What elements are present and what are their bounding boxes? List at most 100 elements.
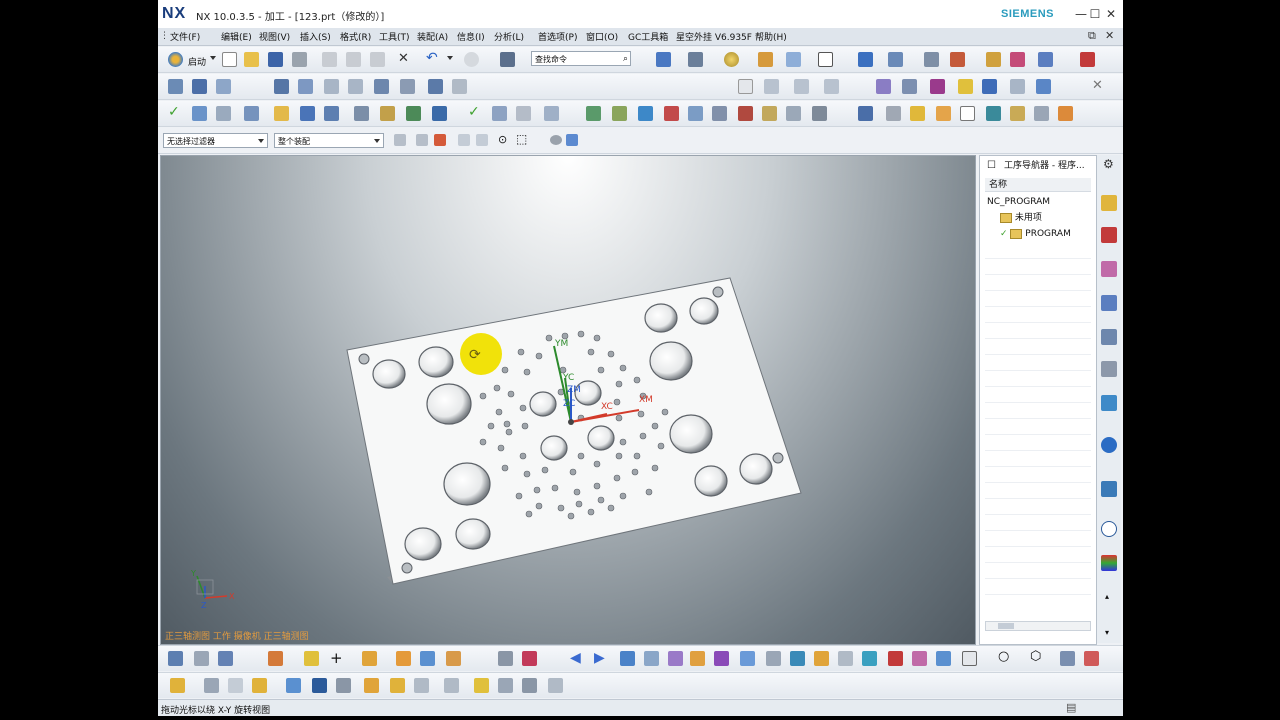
plane-icon[interactable]	[786, 52, 801, 67]
create-geometry-icon[interactable]	[324, 79, 339, 94]
cube-icon[interactable]	[566, 134, 578, 146]
reuse-library-icon[interactable]	[1101, 361, 1117, 377]
ruler-icon[interactable]	[498, 678, 513, 693]
thread-icon[interactable]	[738, 106, 753, 121]
maximize-button[interactable]: ☐	[1087, 6, 1103, 22]
offset-icon[interactable]	[644, 651, 659, 666]
view-fit-icon[interactable]	[656, 52, 671, 67]
mill-icon[interactable]	[428, 79, 443, 94]
pencil-icon[interactable]	[910, 106, 925, 121]
hole-icon[interactable]	[740, 651, 755, 666]
layout-icon[interactable]	[204, 678, 219, 693]
batch-process-icon[interactable]	[958, 79, 973, 94]
create-tool-icon[interactable]	[298, 79, 313, 94]
annotation-icon[interactable]	[286, 678, 301, 693]
circle-icon[interactable]: ○	[998, 649, 1009, 664]
chain-icon[interactable]	[474, 678, 489, 693]
copy-icon[interactable]	[346, 52, 361, 67]
clipboard-icon[interactable]	[1010, 106, 1025, 121]
clock-icon[interactable]	[1101, 521, 1117, 537]
menu-edit[interactable]: 编辑(E)	[221, 30, 252, 43]
filter-option-icon[interactable]	[416, 134, 428, 146]
point-icon[interactable]	[194, 651, 209, 666]
display-toolpath-icon[interactable]	[1036, 79, 1051, 94]
sheet-icon[interactable]	[936, 106, 951, 121]
undo-dropdown-icon[interactable]	[447, 56, 453, 60]
program-order-icon[interactable]	[192, 106, 207, 121]
quick-pick-icon[interactable]	[458, 134, 470, 146]
open-folder-icon[interactable]	[244, 52, 259, 67]
bridge-icon[interactable]	[414, 678, 429, 693]
postprocess-icon[interactable]	[902, 79, 917, 94]
status-list-icon[interactable]: ▤	[1066, 701, 1076, 714]
sew-icon[interactable]	[814, 651, 829, 666]
verify-check-icon[interactable]: ✓	[468, 104, 480, 120]
check-icon[interactable]: ✓	[168, 104, 180, 120]
hexagon-icon[interactable]: ⬡	[1030, 649, 1041, 664]
sphere-icon[interactable]	[724, 52, 739, 67]
chamfer-edge-icon[interactable]	[522, 651, 537, 666]
menu-insert[interactable]: 插入(S)	[300, 30, 331, 43]
orient-view-icon[interactable]	[888, 52, 903, 67]
patch-icon[interactable]	[838, 651, 853, 666]
shop-docs-icon[interactable]	[930, 79, 945, 94]
machine-navigator-icon[interactable]	[1101, 329, 1117, 345]
start-button-label[interactable]: 启动	[188, 55, 206, 68]
close-button[interactable]: ✕	[1103, 6, 1119, 22]
history-icon[interactable]	[1101, 481, 1117, 497]
trim-icon[interactable]	[620, 651, 635, 666]
menu-preferences[interactable]: 首选项(P)	[538, 30, 577, 43]
menu-info[interactable]: 信息(I)	[457, 30, 485, 43]
tool-icon[interactable]	[1010, 52, 1025, 67]
toolpath-list-icon[interactable]	[492, 106, 507, 121]
grid-icon[interactable]	[1080, 52, 1095, 67]
component-icon[interactable]	[192, 79, 207, 94]
thicken-icon[interactable]	[790, 651, 805, 666]
engrave-icon[interactable]	[786, 106, 801, 121]
brush-icon[interactable]	[170, 678, 185, 693]
text-icon[interactable]	[812, 106, 827, 121]
view-icon[interactable]	[550, 135, 562, 145]
delete-icon[interactable]: ✕	[398, 51, 409, 66]
new-file-icon[interactable]	[222, 52, 237, 67]
unite-icon[interactable]	[912, 651, 927, 666]
face-mill-icon[interactable]	[688, 106, 703, 121]
list-path-icon[interactable]	[794, 79, 809, 94]
constraint-navigator-icon[interactable]	[1101, 227, 1117, 243]
body-icon[interactable]	[444, 678, 459, 693]
wcs-icon[interactable]	[168, 651, 183, 666]
scrollbar-thumb[interactable]	[998, 623, 1014, 629]
create-method-icon[interactable]	[348, 79, 363, 94]
simulate-icon[interactable]	[876, 79, 891, 94]
pattern-icon[interactable]	[690, 651, 705, 666]
split-icon[interactable]	[888, 651, 903, 666]
section-icon[interactable]	[336, 678, 351, 693]
part-navigator-icon[interactable]	[1101, 261, 1117, 277]
extrude-icon[interactable]	[362, 651, 377, 666]
subtract-icon[interactable]	[936, 651, 951, 666]
chamfer-icon[interactable]	[762, 106, 777, 121]
block-icon[interactable]	[420, 651, 435, 666]
menu-tools[interactable]: 工具(T)	[379, 30, 410, 43]
link-icon[interactable]	[304, 651, 319, 666]
type-filter-select[interactable]: 无选择过滤器	[163, 133, 268, 148]
background-icon[interactable]	[818, 52, 833, 67]
method-view-icon[interactable]	[274, 106, 289, 121]
scope-select[interactable]: 整个装配	[274, 133, 384, 148]
menu-plugin[interactable]: 星空外挂 V6.935F	[676, 30, 752, 43]
snap-icon[interactable]	[394, 134, 406, 146]
move-object-icon[interactable]	[858, 52, 873, 67]
export-icon[interactable]	[986, 106, 1001, 121]
select-all-icon[interactable]	[434, 134, 446, 146]
delete-path-icon[interactable]: ✕	[1092, 78, 1103, 93]
cut-icon[interactable]	[322, 52, 337, 67]
fixed-contour-icon[interactable]	[664, 106, 679, 121]
search-icon[interactable]: ⌕	[623, 52, 628, 67]
print-icon[interactable]	[292, 52, 307, 67]
csys-icon[interactable]	[924, 52, 939, 67]
command-finder-icon[interactable]	[500, 52, 515, 67]
start-icon[interactable]	[168, 52, 183, 67]
revolve-icon[interactable]	[396, 651, 411, 666]
repeat-command-icon[interactable]	[464, 52, 479, 67]
scroll-down-icon[interactable]: ▾	[1105, 628, 1109, 637]
